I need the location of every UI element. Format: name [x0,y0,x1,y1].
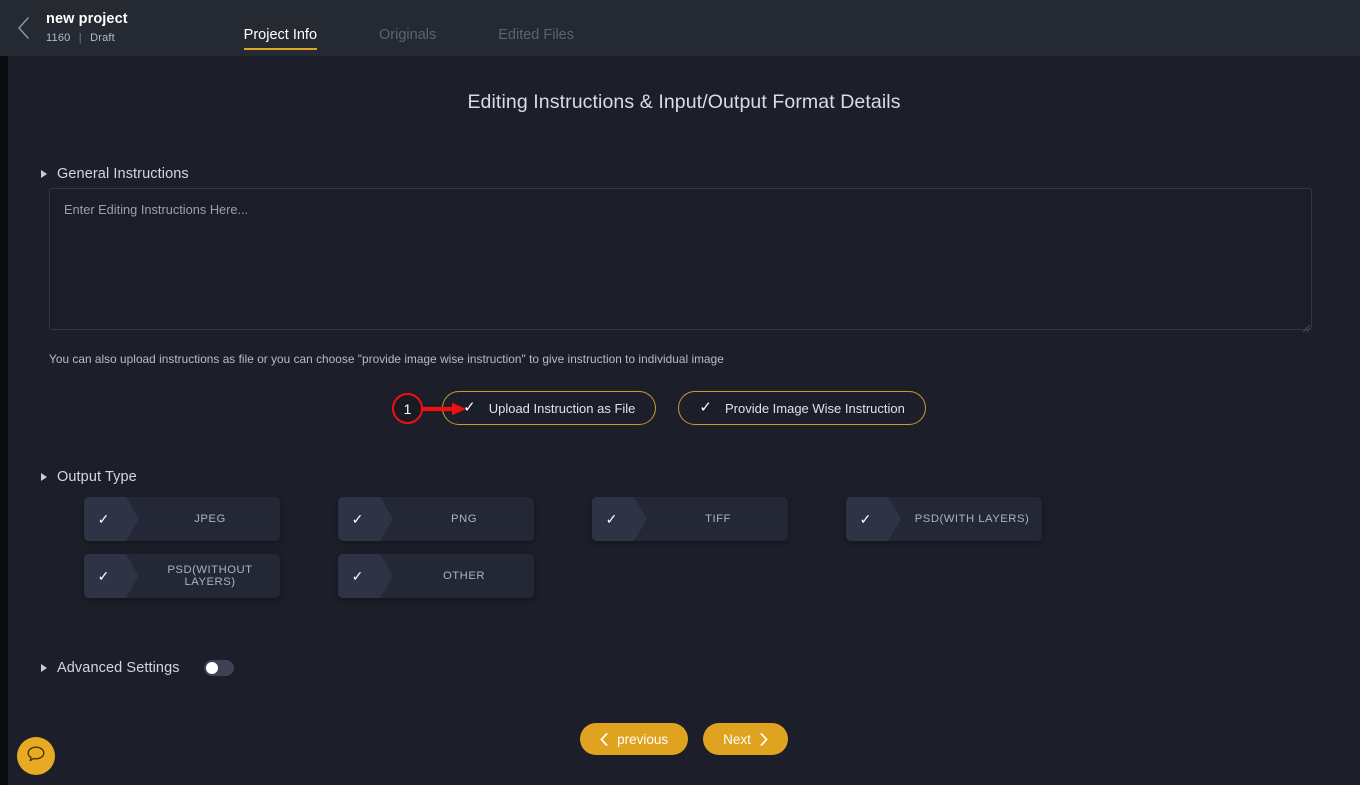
triangle-right-icon [41,664,47,672]
project-summary: new project 1160 | Draft [46,0,128,56]
next-button[interactable]: Next [703,723,788,755]
header-tabs: Project Info Originals Edited Files [243,0,574,56]
app-header: new project 1160 | Draft Project Info Or… [0,0,1360,56]
upload-instruction-label: Upload Instruction as File [488,400,636,416]
status-badge: Draft [90,31,115,44]
advanced-settings-toggle[interactable] [203,660,234,676]
project-id: 1160 [46,31,71,44]
provide-image-wise-label: Provide Image Wise Instruction [724,400,905,416]
output-type-label: PSD(WITH LAYERS) [914,513,1030,525]
provide-image-wise-instruction-button[interactable]: ✓ Provide Image Wise Instruction [678,391,926,425]
check-icon: ✓ [463,399,476,416]
chevron-left-icon [600,732,608,746]
next-label: Next [723,731,751,747]
output-type-label: JPEG [194,513,226,525]
triangle-right-icon [41,473,47,481]
tab-originals[interactable]: Originals [379,27,436,56]
wizard-navigation: previous Next [8,723,1360,755]
output-type-options: ✓ JPEG ✓ PNG ✓ TIFF ✓ PSD(WITH LAYERS) ✓… [84,497,1314,611]
check-icon: ✓ [84,554,139,598]
project-meta: 1160 | Draft [46,30,128,46]
check-icon: ✓ [846,497,901,541]
triangle-right-icon [41,170,47,178]
chevron-left-icon [17,17,30,39]
left-rail [0,56,8,785]
page-title: new project [46,10,128,27]
output-type-label: TIFF [705,513,731,525]
tab-edited-files[interactable]: Edited Files [498,27,574,56]
section-advanced-settings-label: Advanced Settings [57,660,180,676]
upload-instruction-as-file-button[interactable]: ✓ Upload Instruction as File [442,391,657,425]
section-output-type-label: Output Type [57,469,137,485]
back-button[interactable] [0,0,46,56]
section-advanced-settings: Advanced Settings [41,660,234,676]
output-type-tiff[interactable]: ✓ TIFF [592,497,788,541]
output-type-label: PNG [451,513,477,525]
main-content: Editing Instructions & Input/Output Form… [8,56,1360,785]
check-icon: ✓ [592,497,647,541]
output-type-psd-without-layers[interactable]: ✓ PSD(WITHOUT LAYERS) [84,554,280,598]
check-icon: ✓ [84,497,139,541]
chat-widget-button[interactable] [17,737,55,775]
check-icon: ✓ [699,399,712,416]
previous-label: previous [617,731,669,747]
toggle-knob [205,662,218,674]
output-type-other[interactable]: ✓ OTHER [338,554,534,598]
instructions-hint: You can also upload instructions as file… [49,352,724,366]
check-icon: ✓ [338,554,393,598]
section-general-instructions[interactable]: General Instructions [41,166,189,182]
section-general-instructions-label: General Instructions [57,166,189,182]
output-type-jpeg[interactable]: ✓ JPEG [84,497,280,541]
output-type-label: OTHER [442,570,486,582]
chat-bubble-icon [25,743,47,770]
section-output-type[interactable]: Output Type [41,469,137,485]
meta-separator: | [78,31,82,44]
output-type-png[interactable]: ✓ PNG [338,497,534,541]
section-page-title: Editing Instructions & Input/Output Form… [467,91,901,113]
check-icon: ✓ [338,497,393,541]
previous-button[interactable]: previous [580,723,689,755]
editing-instructions-input[interactable] [49,188,1312,330]
tab-project-info[interactable]: Project Info [243,27,318,56]
chevron-right-icon [760,732,768,746]
output-type-label: PSD(WITHOUT LAYERS) [167,564,253,588]
output-type-psd-with-layers[interactable]: ✓ PSD(WITH LAYERS) [846,497,1042,541]
instruction-actions: ✓ Upload Instruction as File ✓ Provide I… [8,391,1360,425]
app-window: new project 1160 | Draft Project Info Or… [0,0,1360,785]
